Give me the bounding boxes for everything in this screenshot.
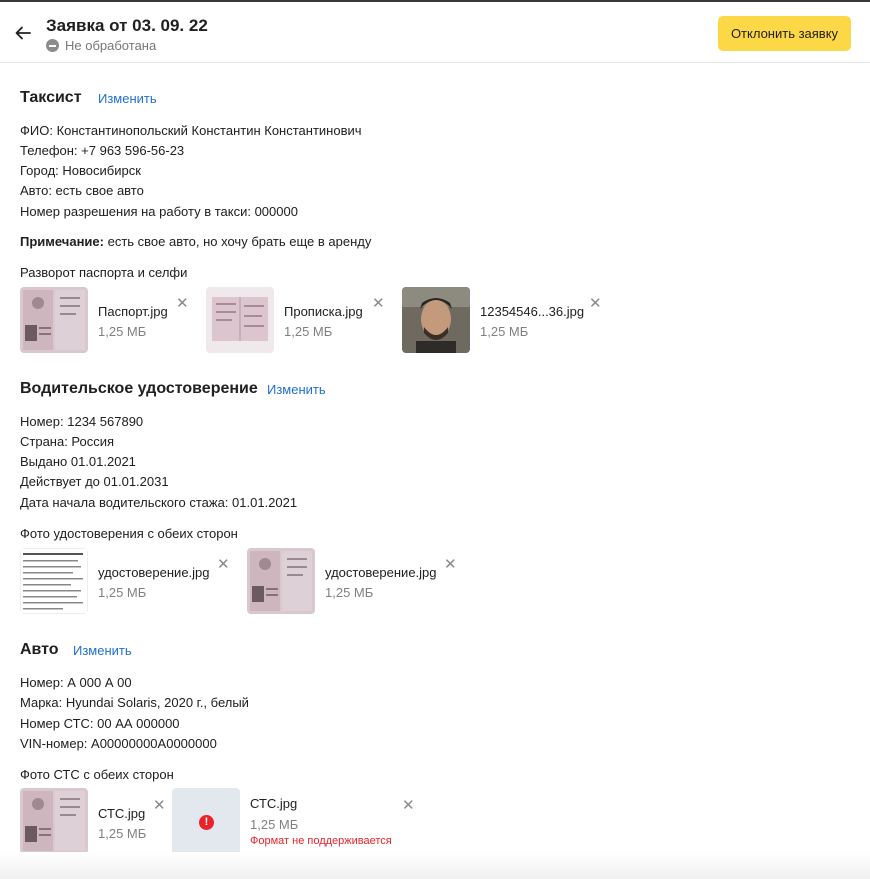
close-icon[interactable]: ✕ [402,798,415,813]
close-icon[interactable]: ✕ [217,557,230,572]
back-arrow-icon[interactable] [12,22,34,44]
unsupported-file-tile: ! [172,788,240,856]
taxi-fio: ФИО: Константинопольский Константин Конс… [20,123,362,138]
section-title-car: Авто [20,641,59,658]
edit-taxi-link[interactable]: Изменить [98,91,157,106]
taxi-note: Примечание: есть свое авто, но хочу брат… [20,234,371,249]
page-title: Заявка от 03. 09. 22 [46,16,208,35]
taxi-car: Авто: есть свое авто [20,183,144,198]
car-sts-number: Номер СТС: 00 АА 000000 [20,716,180,731]
file-size: 1,25 МБ [98,826,147,841]
file-name: удостоверение.jpg [98,565,210,580]
taxi-files-label: Разворот паспорта и селфи [20,265,188,280]
sts-thumbnail[interactable] [20,788,88,854]
license-files-label: Фото удостоверения с обеих сторон [20,526,238,541]
file-size: 1,25 МБ [98,324,147,339]
file-name: Прописка.jpg [284,304,363,319]
license-number: Номер: 1234 567890 [20,414,144,429]
file-name: СТС.jpg [250,796,298,811]
license-experience: Дата начала водительского стажа: 01.01.2… [20,495,298,510]
passport-thumbnail[interactable] [20,287,88,353]
page-header: Заявка от 03. 09. 22 Не обработана Откло… [0,2,870,63]
taxi-city: Город: Новосибирск [20,163,141,178]
license-back-thumbnail[interactable] [247,548,315,614]
note-text: есть свое авто, но хочу брать еще в арен… [103,234,372,249]
status-text: Не обработана [65,38,157,53]
taxi-phone: Телефон: +7 963 596-56-23 [20,143,185,158]
file-name: СТС.jpg [98,806,146,821]
car-vin: VIN-номер: A00000000A0000000 [20,736,217,751]
registration-thumbnail[interactable] [206,287,274,353]
file-size: 1,25 МБ [284,324,333,339]
file-size: 1,25 МБ [98,585,147,600]
decline-request-button[interactable]: Отклонить заявку [718,16,851,51]
edit-license-link[interactable]: Изменить [267,382,326,397]
car-model: Марка: Hyundai Solaris, 2020 г., белый [20,695,249,710]
exclamation-circle-icon: ! [199,815,214,830]
section-title-taxi: Таксист [20,89,82,106]
file-size: 1,25 МБ [250,817,299,832]
edit-car-link[interactable]: Изменить [73,643,132,658]
file-name: удостоверение.jpg [325,565,437,580]
close-icon[interactable]: ✕ [176,296,189,311]
car-files-label: Фото СТС с обеих сторон [20,767,174,782]
file-size: 1,25 МБ [480,324,529,339]
file-name: Паспорт.jpg [98,304,168,319]
close-icon[interactable]: ✕ [444,557,457,572]
bottom-fade [0,852,870,879]
selfie-thumbnail[interactable] [402,287,470,353]
note-label: Примечание: [20,234,104,249]
close-icon[interactable]: ✕ [153,798,166,813]
file-error-message: Формат не поддерживается [250,835,392,847]
close-icon[interactable]: ✕ [372,296,385,311]
car-plate: Номер: А 000 А 00 [20,675,132,690]
file-name: 12354546...36.jpg [480,304,585,319]
license-valid-until: Действует до 01.01.2031 [20,474,169,489]
license-country: Страна: Россия [20,434,115,449]
close-icon[interactable]: ✕ [589,296,602,311]
license-issued: Выдано 01.01.2021 [20,454,136,469]
taxi-permit: Номер разрешения на работу в такси: 0000… [20,204,298,219]
file-size: 1,25 МБ [325,585,374,600]
minus-circle-icon [46,39,59,52]
section-title-license: Водительское удостоверение [20,380,258,397]
license-front-thumbnail[interactable] [20,548,88,614]
status-badge: Не обработана [46,38,156,53]
